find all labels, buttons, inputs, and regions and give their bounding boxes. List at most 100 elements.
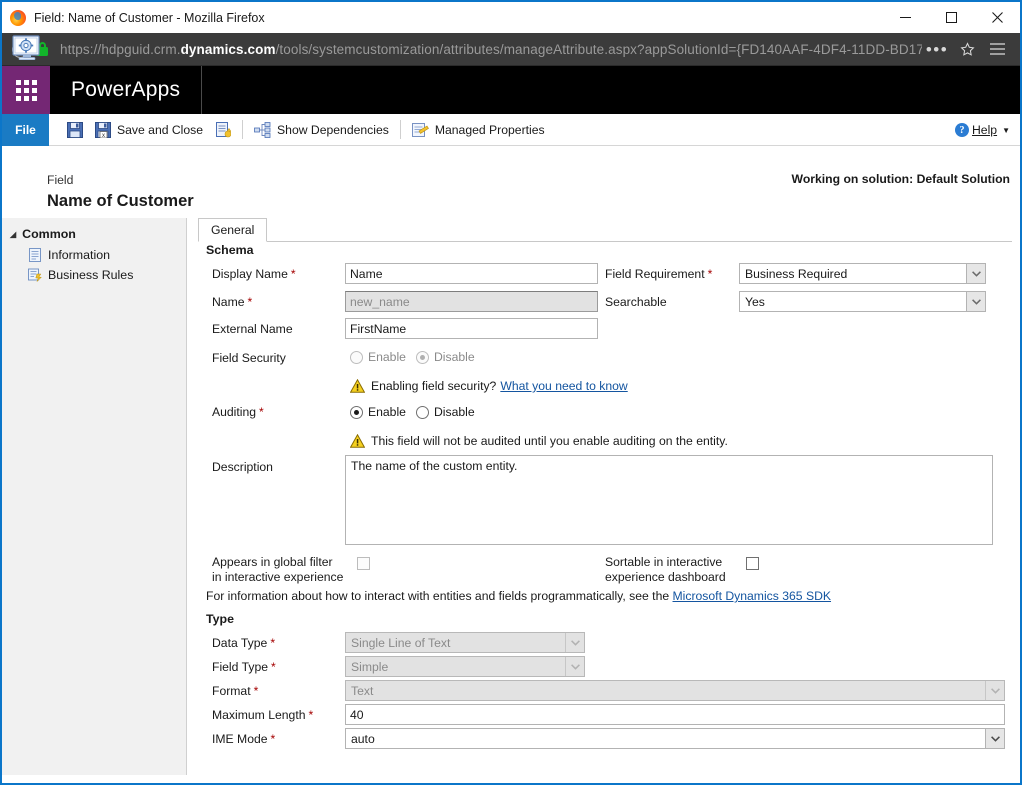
url-domain: dynamics.com: [181, 42, 276, 57]
description-textarea[interactable]: The name of the custom entity.: [345, 455, 993, 545]
field-security-enable-radio[interactable]: Enable: [350, 350, 406, 364]
chevron-down-icon: [565, 633, 584, 652]
display-name-input[interactable]: Name: [345, 263, 598, 284]
new-icon: [215, 122, 231, 138]
sidebar-item-information[interactable]: Information: [2, 245, 186, 265]
help-menu[interactable]: ? Help ▼: [955, 114, 1010, 146]
save-and-close-label: Save and Close: [117, 123, 203, 137]
sdk-note-text: For information about how to interact wi…: [206, 589, 669, 603]
managed-properties-label: Managed Properties: [435, 123, 545, 137]
radio-dot: [416, 406, 429, 419]
managed-properties-button[interactable]: Managed Properties: [406, 114, 551, 146]
solution-context-label: Working on solution: Default Solution: [792, 172, 1010, 186]
auditing-disable-radio[interactable]: Disable: [416, 405, 475, 419]
window-controls: [882, 2, 1020, 33]
close-button[interactable]: [974, 2, 1020, 33]
information-document-icon: [28, 248, 42, 262]
url-suffix: /tools/systemcustomization/attributes/ma…: [276, 42, 922, 57]
field-type-label: Field Type*: [212, 660, 276, 674]
sdk-note: For information about how to interact wi…: [206, 589, 831, 603]
file-tab[interactable]: File: [2, 114, 49, 146]
url-bar-actions: •••: [922, 34, 1012, 64]
hamburger-menu-icon[interactable]: [982, 34, 1012, 64]
browser-window: Field: Name of Customer - Mozilla Firefo…: [0, 0, 1022, 785]
data-type-select: Single Line of Text: [345, 632, 585, 653]
auditing-warning-text: This field will not be audited until you…: [371, 434, 728, 448]
auditing-enable-radio[interactable]: Enable: [350, 405, 406, 419]
field-screen-gear-icon: [12, 35, 42, 61]
show-dependencies-label: Show Dependencies: [277, 123, 389, 137]
app-launcher-waffle-icon[interactable]: [2, 66, 50, 114]
save-icon: [67, 122, 83, 138]
field-security-enable-label: Enable: [368, 350, 406, 364]
tab-general[interactable]: General: [198, 218, 267, 242]
triangle-collapse-icon: ◢: [10, 230, 16, 239]
field-requirement-select[interactable]: Business Required: [739, 263, 986, 284]
chevron-down-icon: [985, 681, 1004, 700]
chevron-down-icon: ▼: [1002, 126, 1010, 135]
sortable-label: Sortable in interactiveexperience dashbo…: [605, 555, 726, 585]
title-bar: Field: Name of Customer - Mozilla Firefo…: [2, 2, 1020, 33]
type-section-heading: Type: [206, 612, 234, 626]
managed-properties-icon: [412, 122, 429, 138]
maximize-button[interactable]: [928, 2, 974, 33]
header-divider: [201, 66, 202, 114]
searchable-select[interactable]: Yes: [739, 291, 986, 312]
page-actions-ellipsis-icon[interactable]: •••: [922, 34, 952, 64]
sortable-checkbox[interactable]: [746, 557, 759, 570]
field-security-disable-radio[interactable]: Disable: [416, 350, 475, 364]
field-security-disable-label: Disable: [434, 350, 475, 364]
save-button[interactable]: [61, 114, 89, 146]
field-requirement-label: Field Requirement*: [605, 267, 712, 281]
chevron-down-icon: [565, 657, 584, 676]
product-name: PowerApps: [71, 78, 180, 102]
sidebar-item-information-label: Information: [48, 248, 110, 262]
nav-group-common[interactable]: ◢ Common: [2, 223, 186, 245]
business-rules-icon: [28, 268, 42, 282]
field-requirement-value: Business Required: [745, 267, 847, 281]
name-label: Name*: [212, 295, 252, 309]
window-title: Field: Name of Customer - Mozilla Firefo…: [34, 11, 265, 25]
field-security-warning-link[interactable]: What you need to know: [500, 379, 627, 393]
sidebar-item-business-rules[interactable]: Business Rules: [2, 265, 186, 285]
show-dependencies-button[interactable]: Show Dependencies: [248, 114, 395, 146]
help-icon: ?: [955, 123, 969, 137]
global-filter-checkbox[interactable]: [357, 557, 370, 570]
powerapps-header: PowerApps: [2, 66, 1020, 114]
data-type-value: Single Line of Text: [351, 636, 450, 650]
max-length-input[interactable]: 40: [345, 704, 1005, 725]
schema-section-heading: Schema: [206, 243, 254, 257]
max-length-label: Maximum Length*: [212, 708, 313, 722]
save-and-close-button[interactable]: x Save and Close: [89, 114, 209, 146]
dynamics-sdk-link[interactable]: Microsoft Dynamics 365 SDK: [673, 589, 832, 603]
name-input: new_name: [345, 291, 598, 312]
auditing-warning: This field will not be audited until you…: [350, 434, 728, 448]
url-bar[interactable]: i https://hdpguid.crm.dynamics.com/tools…: [2, 33, 1020, 66]
description-label: Description: [212, 460, 273, 474]
left-navigation: ◢ Common Information: [2, 218, 187, 775]
minimize-button[interactable]: [882, 2, 928, 33]
url-prefix: https://hdpguid.crm.: [60, 42, 181, 57]
auditing-disable-label: Disable: [434, 405, 475, 419]
sidebar-item-business-rules-label: Business Rules: [48, 268, 133, 282]
firefox-logo-icon: [10, 10, 26, 26]
command-bar: File x Save and Close: [2, 114, 1020, 146]
bookmark-star-icon[interactable]: [952, 34, 982, 64]
new-button[interactable]: [209, 114, 237, 146]
command-separator: [242, 120, 243, 139]
searchable-value: Yes: [745, 295, 765, 309]
ime-mode-value: auto: [351, 732, 375, 746]
field-security-warning-text: Enabling field security?: [371, 379, 496, 393]
radio-dot: [350, 406, 363, 419]
chevron-down-icon: [966, 292, 985, 311]
radio-dot: [350, 351, 363, 364]
url-input[interactable]: https://hdpguid.crm.dynamics.com/tools/s…: [60, 42, 922, 57]
ime-mode-select[interactable]: auto: [345, 728, 1005, 749]
chevron-down-icon: [966, 264, 985, 283]
field-security-label: Field Security: [212, 351, 286, 365]
external-name-input[interactable]: FirstName: [345, 318, 598, 339]
show-dependencies-icon: [254, 122, 271, 138]
format-value: Text: [351, 684, 373, 698]
page-kicker: Field: [47, 173, 73, 187]
nav-group-label: Common: [22, 227, 76, 241]
